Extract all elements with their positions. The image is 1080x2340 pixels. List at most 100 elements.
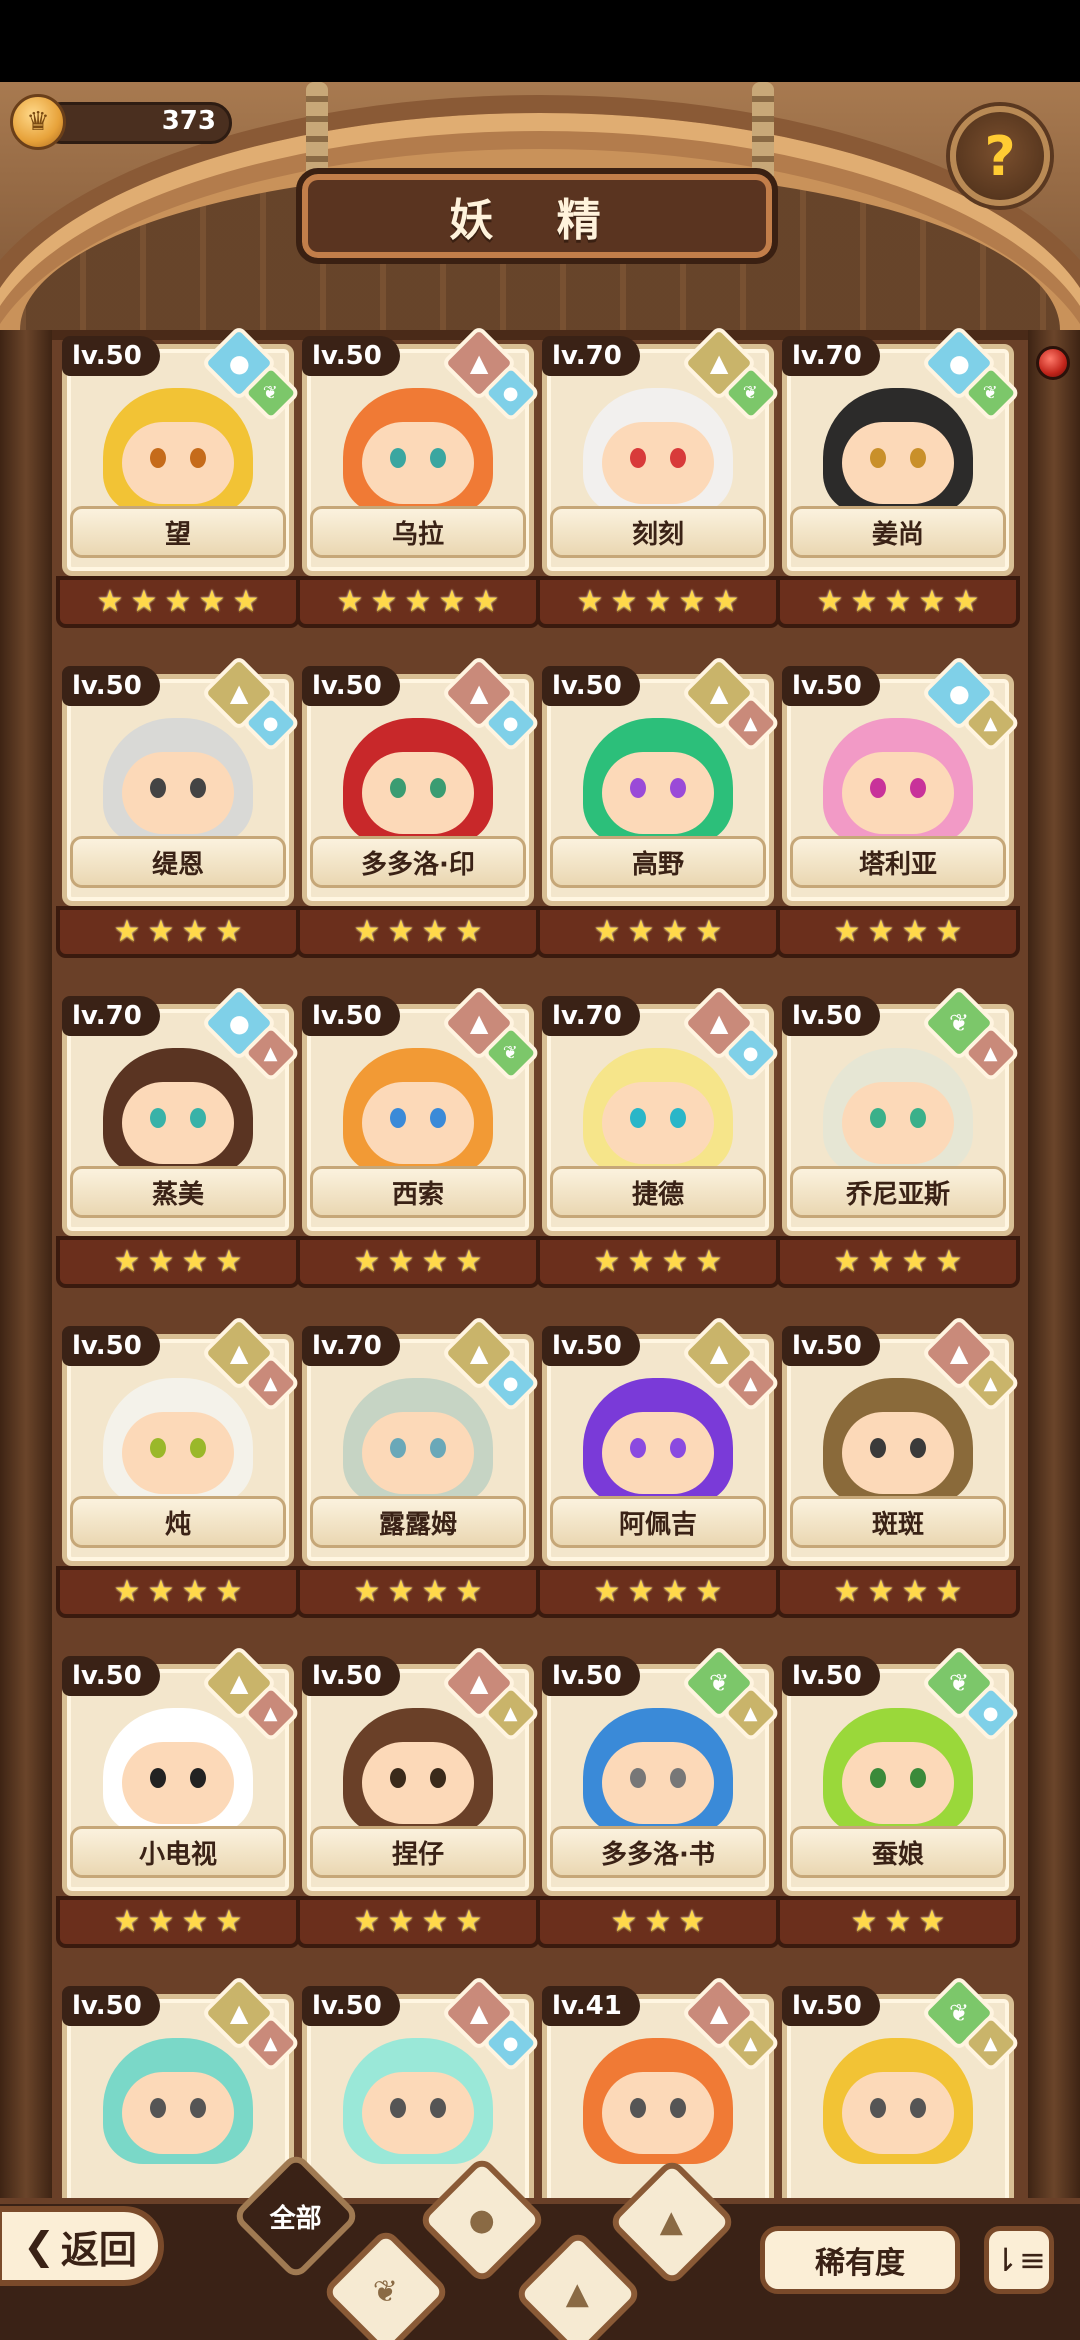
fairy-card[interactable]: lv.50 ▲ ● 多多洛·印 ★ ★ ★ ★ bbox=[296, 654, 541, 958]
star-rating: ★ ★ ★ ★ bbox=[296, 1236, 540, 1288]
mountain-icon: ▲ bbox=[566, 2276, 590, 2312]
star-rating: ★ ★ ★ ★ bbox=[56, 1566, 300, 1618]
star-icon: ★ bbox=[215, 1574, 243, 1609]
fairy-face bbox=[602, 1742, 714, 1824]
fairy-hair bbox=[103, 388, 253, 514]
fairy-eye bbox=[150, 2098, 166, 2118]
fairy-face bbox=[122, 1412, 234, 1494]
fairy-face bbox=[122, 1082, 234, 1164]
fairy-card[interactable]: lv.70 ● ❦ 姜尚 ★ ★ ★ ★ ★ bbox=[776, 324, 1021, 628]
star-icon: ★ bbox=[867, 914, 895, 949]
star-icon: ★ bbox=[593, 914, 621, 949]
star-icon: ★ bbox=[867, 1574, 895, 1609]
level-tag: lv.50 bbox=[782, 1656, 880, 1696]
fairy-hair bbox=[823, 388, 973, 514]
star-icon: ★ bbox=[644, 1904, 672, 1939]
currency-display: ♛ 373 bbox=[10, 94, 232, 150]
fairy-face bbox=[842, 422, 954, 504]
sort-order-button[interactable]: ⇂≡ bbox=[984, 2226, 1054, 2294]
star-rating: ★ ★ ★ ★ bbox=[296, 1566, 540, 1618]
fairy-card[interactable]: lv.50 ❦ ▲ 乔尼亚斯 ★ ★ ★ ★ bbox=[776, 984, 1021, 1288]
star-icon: ★ bbox=[455, 1904, 483, 1939]
star-icon: ★ bbox=[232, 584, 260, 619]
level-tag: lv.50 bbox=[62, 1986, 160, 2026]
star-icon: ★ bbox=[96, 584, 124, 619]
fairy-card[interactable]: lv.50 ❦ ▲ 多多洛·书 ★ ★ ★ bbox=[536, 1644, 781, 1948]
fairy-name: 高野 bbox=[550, 836, 766, 888]
fairy-card[interactable]: lv.70 ▲ ● 露露姆 ★ ★ ★ ★ bbox=[296, 1314, 541, 1618]
fairy-card[interactable]: lv.50 ▲ ▲ 捏仔 ★ ★ ★ ★ bbox=[296, 1644, 541, 1948]
star-rating: ★ ★ ★ bbox=[776, 1896, 1020, 1948]
fairy-eye bbox=[670, 778, 686, 798]
fairy-card[interactable]: lv.70 ● ▲ 蒸美 ★ ★ ★ ★ bbox=[56, 984, 301, 1288]
back-button[interactable]: ❮ 返回 bbox=[0, 2206, 164, 2286]
sprout-icon: ❦ bbox=[373, 2274, 399, 2310]
sort-rarity-button[interactable]: 稀有度 bbox=[760, 2226, 960, 2294]
fairy-face bbox=[122, 2072, 234, 2154]
star-icon: ★ bbox=[935, 914, 963, 949]
fairy-card[interactable]: lv.50 ▲ ▲ 炖 ★ ★ ★ ★ bbox=[56, 1314, 301, 1618]
fairy-name: 露露姆 bbox=[310, 1496, 526, 1548]
star-icon: ★ bbox=[455, 1244, 483, 1279]
fairy-card[interactable]: lv.50 ● ▲ 塔利亚 ★ ★ ★ ★ bbox=[776, 654, 1021, 958]
fairy-card[interactable]: lv.50 ▲ ▲ 高野 ★ ★ ★ ★ bbox=[536, 654, 781, 958]
star-icon: ★ bbox=[421, 1574, 449, 1609]
fairy-card[interactable]: lv.70 ▲ ● 捷德 ★ ★ ★ ★ bbox=[536, 984, 781, 1288]
fairy-eye bbox=[630, 1438, 646, 1458]
status-bar bbox=[0, 0, 1080, 82]
fairy-eye bbox=[910, 2098, 926, 2118]
fairy-card[interactable]: lv.50 ▲ ▲ 小电视 ★ ★ ★ ★ bbox=[56, 1644, 301, 1948]
left-pillar bbox=[0, 330, 52, 2210]
fairy-card[interactable]: lv.50 ▲ ● 缇恩 ★ ★ ★ ★ bbox=[56, 654, 301, 958]
help-button[interactable]: ? bbox=[950, 106, 1050, 206]
fairy-eye bbox=[670, 1438, 686, 1458]
fairy-eye bbox=[430, 2098, 446, 2118]
star-icon: ★ bbox=[712, 584, 740, 619]
crown-coin-icon: ♛ bbox=[10, 94, 66, 150]
star-rating: ★ ★ ★ ★ bbox=[56, 1236, 300, 1288]
level-tag: lv.50 bbox=[302, 1986, 400, 2026]
fairy-eye bbox=[150, 1108, 166, 1128]
fairy-card[interactable]: lv.50 ▲ ❦ 西索 ★ ★ ★ ★ bbox=[296, 984, 541, 1288]
fairy-name: 西索 bbox=[310, 1166, 526, 1218]
star-rating: ★ ★ ★ ★ ★ bbox=[296, 576, 540, 628]
fairy-card[interactable]: lv.50 ▲ ● 乌拉 ★ ★ ★ ★ ★ bbox=[296, 324, 541, 628]
fairy-card[interactable]: lv.50 ● ❦ 望 ★ ★ ★ ★ ★ bbox=[56, 324, 301, 628]
fairy-face bbox=[602, 1082, 714, 1164]
level-tag: lv.50 bbox=[62, 1656, 160, 1696]
currency-value: 373 bbox=[161, 106, 216, 136]
fairy-card[interactable]: lv.50 ❦ ▲ bbox=[782, 1974, 1021, 2226]
fairy-face bbox=[122, 1742, 234, 1824]
fairy-eye bbox=[390, 1108, 406, 1128]
fairy-name: 姜尚 bbox=[790, 506, 1006, 558]
star-icon: ★ bbox=[678, 584, 706, 619]
fairy-hair bbox=[343, 2038, 493, 2164]
star-icon: ★ bbox=[884, 1904, 912, 1939]
star-icon: ★ bbox=[387, 1574, 415, 1609]
fairy-hair bbox=[343, 1708, 493, 1834]
fairy-face bbox=[362, 1082, 474, 1164]
level-tag: lv.50 bbox=[542, 1656, 640, 1696]
star-icon: ★ bbox=[627, 914, 655, 949]
fairy-eye bbox=[870, 1438, 886, 1458]
fairy-face bbox=[602, 2072, 714, 2154]
fairy-hair bbox=[343, 718, 493, 844]
star-icon: ★ bbox=[850, 1904, 878, 1939]
star-icon: ★ bbox=[181, 1244, 209, 1279]
fairy-hair bbox=[583, 388, 733, 514]
star-icon: ★ bbox=[353, 914, 381, 949]
fairy-card[interactable]: lv.50 ▲ ▲ 阿佩吉 ★ ★ ★ ★ bbox=[536, 1314, 781, 1618]
fairy-card[interactable]: lv.70 ▲ ❦ 刻刻 ★ ★ ★ ★ ★ bbox=[536, 324, 781, 628]
fairy-eye bbox=[910, 1438, 926, 1458]
star-icon: ★ bbox=[695, 914, 723, 949]
star-icon: ★ bbox=[113, 914, 141, 949]
fairy-name: 小电视 bbox=[70, 1826, 286, 1878]
fairy-card[interactable]: lv.50 ❦ ● 蚕娘 ★ ★ ★ bbox=[776, 1644, 1021, 1948]
fairy-face bbox=[362, 1412, 474, 1494]
star-icon: ★ bbox=[593, 1244, 621, 1279]
fairy-eye bbox=[390, 778, 406, 798]
fairy-face bbox=[602, 422, 714, 504]
fairy-card[interactable]: lv.50 ▲ ▲ 斑斑 ★ ★ ★ ★ bbox=[776, 1314, 1021, 1618]
fairy-eye bbox=[630, 448, 646, 468]
level-tag: lv.70 bbox=[302, 1326, 400, 1366]
